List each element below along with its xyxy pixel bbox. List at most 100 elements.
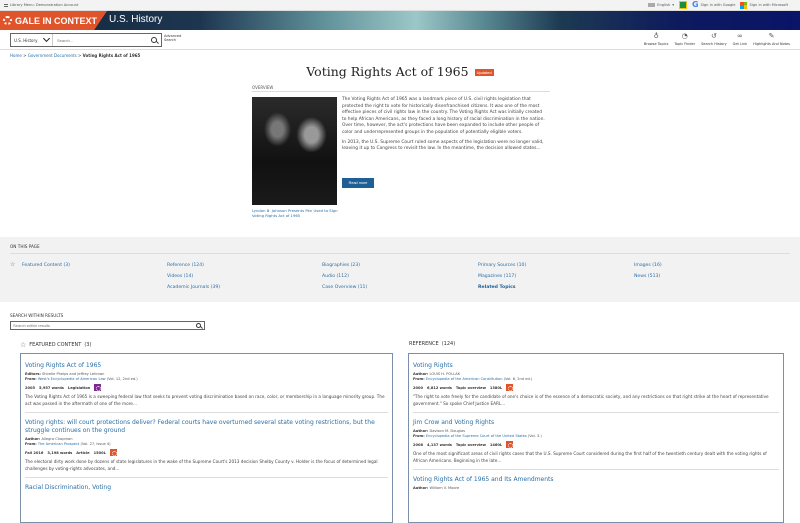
tag-lexile: 1500L [93,450,106,455]
tool-topic-finder[interactable]: ◔ Topic Finder [674,32,695,46]
meta-label: From: [413,377,425,381]
result-tags: 2005 5,957 words Legislation [25,384,388,391]
star-icon: ☆ [10,261,16,268]
result-title-link[interactable]: Voting Rights Act of 1965 [25,362,388,370]
search-scope-dropdown[interactable]: U.S. History [11,34,53,46]
brand-name: GALE IN CONTEXT [15,15,98,26]
history-icon: ↺ [710,32,717,40]
meta-value: Allegra Chapman [41,437,73,441]
advanced-search-link[interactable]: Advanced Search [164,34,182,42]
search-icon[interactable] [196,323,201,328]
reference-count: (124) [441,341,456,347]
on-this-page-section: ON THIS PAGE Featured Content (3) Refere… [0,237,800,302]
result-title-link[interactable]: Jim Crow and Voting Rights [413,419,779,427]
search-within-box [10,321,205,330]
tool-get-link[interactable]: ∞ Get Link [733,32,748,46]
result-title-link[interactable]: Racial Discrimination, Voting [25,484,388,492]
jump-link-audio[interactable]: Audio (112) [322,274,349,279]
search-input[interactable] [53,37,151,43]
pencil-icon: ✎ [768,32,775,40]
sign-in-microsoft-label: Sign in with Microsoft [749,3,788,7]
google-classroom-icon[interactable] [679,1,688,9]
language-label: English [657,3,671,7]
on-this-page-label: ON THIS PAGE [10,244,40,249]
breadcrumb: Home > Government Documents > Voting Rig… [10,53,140,58]
breadcrumb-home[interactable]: Home [10,53,22,58]
featured-count: (3) [84,342,92,348]
tool-highlights-notes[interactable]: ✎ Highlights And Notes [753,32,790,46]
source-detail: (Vol. 6, 2nd ed.) [503,377,533,381]
result-title-link[interactable]: Voting rights: will court protections de… [25,419,388,435]
tool-search-history[interactable]: ↺ Search History [701,32,727,46]
tag-year: 2005 [25,385,36,390]
reference-heading: REFERENCE (124) [409,341,455,347]
overview-divider [252,91,550,92]
sign-in-google-label: Sign in with Google [700,3,736,7]
jump-link-case-overview[interactable]: Case Overview (11) [322,285,367,290]
source-link[interactable]: Encyclopedia of the American Constitutio… [426,377,503,381]
photo-caption-link[interactable]: Lyndon B. Johnson Presents Pen Used to S… [252,208,342,218]
result-item: Voting Rights Act of 1965 Editors: Shire… [25,362,388,413]
result-source: From: Encyclopedia of the American Const… [413,377,779,382]
library-menu[interactable]: Library Menu: Demonstration Account [4,3,78,7]
read-more-button[interactable]: Read more [342,178,374,188]
result-source: From: Encyclopedia of the Supreme Court … [413,434,779,439]
source-detail: (Vol. 12, 2nd ed.) [106,377,138,381]
result-author: Author: William V. Moore [413,486,779,491]
content-level-icon [506,384,514,391]
source-detail: (Vol. 27, Issue 4) [80,442,111,446]
jump-link-related-topics[interactable]: Related Topics [478,285,516,290]
jump-link-academic-journals[interactable]: Academic Journals (39) [167,285,220,290]
jump-link-images[interactable]: Images (16) [634,263,662,268]
result-title-link[interactable]: Voting Rights Act of 1965 and Its Amendm… [413,476,779,484]
meta-label: Author: [413,486,429,490]
page-title-row: Voting Rights Act of 1965 Updated [0,64,800,79]
jump-link-biographies[interactable]: Biographies (23) [322,263,360,268]
source-link[interactable]: Encyclopedia of the Supreme Court of the… [426,434,527,438]
search-within-label: SEARCH WITHIN RESULTS [10,313,64,318]
featured-heading-label: FEATURED CONTENT [29,342,82,348]
jump-link-magazines[interactable]: Magazines (117) [478,274,516,279]
language-selector[interactable]: English ▾ [648,3,674,7]
result-item: Jim Crow and Voting Rights Author: Davis… [413,419,779,470]
meta-label: Author: [413,372,429,376]
tools-bar: ♁ Browse Topics ◔ Topic Finder ↺ Search … [644,32,790,46]
tag-lexile: 1380L [489,385,503,390]
tag-type: Topic overview [455,385,486,390]
site-banner: GALE IN CONTEXT U.S. History [0,11,800,30]
jump-link-primary-sources[interactable]: Primary Sources (10) [478,263,526,268]
result-snippet: "The right to vote freely for the candid… [413,394,769,406]
meta-value: Shirelle Phelps and Jeffrey Lehman [41,372,105,376]
sign-in-microsoft-button[interactable]: Sign in with Microsoft [740,1,788,9]
tag-lexile: 1460L [489,442,503,447]
result-snippet: The Voting Rights Act of 1965 is a sweep… [25,394,385,406]
result-title-link[interactable]: Voting Rights [413,362,779,370]
lightbulb-icon: ♁ [653,32,659,40]
breadcrumb-government-documents[interactable]: Government Documents [28,53,77,58]
content-level-icon [506,441,514,448]
tag-words: 3,198 words [47,450,73,455]
result-snippet: The electoral dirty work done by dozens … [25,459,378,471]
sign-in-google-button[interactable]: G Sign in with Google [692,1,735,9]
search-icon[interactable] [151,37,157,43]
search-within-input[interactable] [11,323,196,328]
product-name[interactable]: U.S. History [109,14,162,25]
overview-paragraph: The Voting Rights Act of 1965 was a land… [342,97,545,135]
jump-link-news[interactable]: News (513) [634,274,660,279]
source-link[interactable]: The American Prospect [38,442,80,446]
jump-link-reference[interactable]: Reference (124) [167,263,204,268]
jump-link-featured-content[interactable]: Featured Content (3) [22,263,70,268]
tool-browse-topics[interactable]: ♁ Browse Topics [644,32,668,46]
result-item: Voting Rights Act of 1965 and Its Amendm… [413,476,779,496]
jump-link-videos[interactable]: Videos (14) [167,274,193,279]
star-icon: ☆ [20,341,27,349]
tag-type: Article [76,450,90,455]
tag-year: 2008 [413,442,424,447]
brand-logo[interactable]: GALE IN CONTEXT [0,11,107,30]
source-link[interactable]: West's Encyclopedia of American Law [38,377,106,381]
overview-label: OVERVIEW [252,85,274,90]
tag-words: 4,137 words [427,442,452,447]
overview-photo[interactable] [252,97,337,205]
meta-value: William V. Moore [429,486,460,490]
tool-label: Highlights And Notes [753,42,790,46]
